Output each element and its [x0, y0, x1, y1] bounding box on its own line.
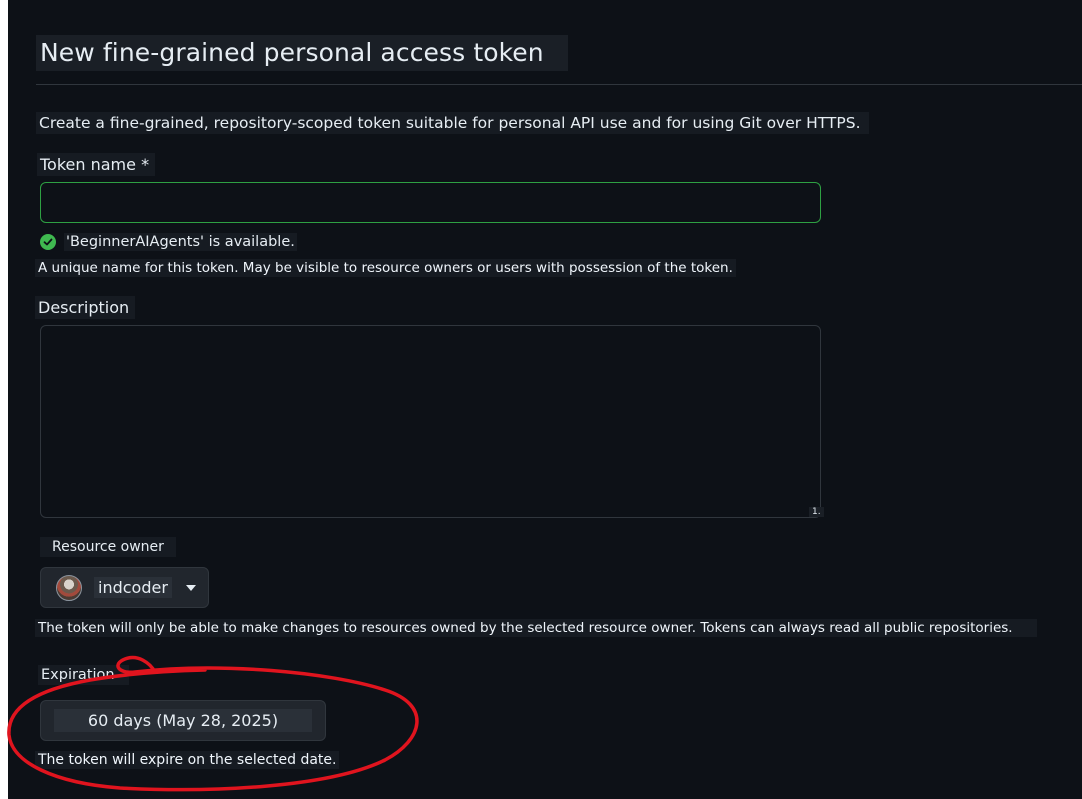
- resource-owner-selected: indcoder: [94, 577, 172, 598]
- resize-handle[interactable]: 1.: [809, 507, 824, 517]
- title-divider: [36, 84, 1082, 85]
- token-name-note: A unique name for this token. May be vis…: [35, 259, 736, 277]
- description-label: Description: [35, 296, 136, 319]
- expiration-dropdown[interactable]: 60 days (May 28, 2025): [40, 700, 326, 741]
- check-circle-icon: [40, 234, 56, 250]
- token-name-availability: 'BeginnerAIAgents' is available.: [40, 233, 297, 251]
- availability-text: 'BeginnerAIAgents' is available.: [64, 233, 297, 251]
- token-settings-page: New fine-grained personal access token C…: [8, 0, 1082, 799]
- page-subtitle: Create a fine-grained, repository-scoped…: [36, 112, 869, 134]
- triangle-down-icon: [185, 584, 196, 591]
- resource-owner-dropdown[interactable]: indcoder: [40, 567, 209, 608]
- expiration-selected: 60 days (May 28, 2025): [53, 709, 313, 732]
- expiration-note: The token will expire on the selected da…: [35, 751, 340, 769]
- token-name-label: Token name *: [37, 153, 156, 176]
- resource-owner-label: Resource owner: [40, 537, 176, 557]
- page-title: New fine-grained personal access token: [36, 35, 568, 71]
- token-name-input[interactable]: [40, 182, 821, 223]
- description-textarea[interactable]: [40, 325, 821, 518]
- avatar: [56, 574, 82, 601]
- expiration-label: Expiration: [38, 665, 129, 685]
- resource-owner-note: The token will only be able to make chan…: [35, 619, 1037, 637]
